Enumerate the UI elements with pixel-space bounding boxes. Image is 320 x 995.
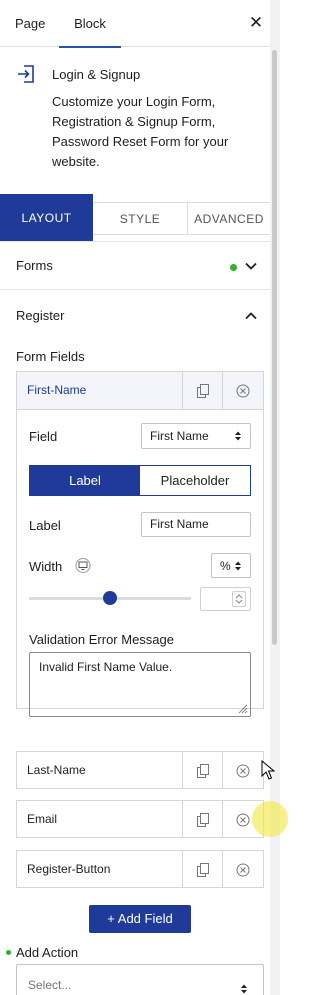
field-register-button-header[interactable]: Register-Button	[17, 851, 263, 888]
duplicate-button[interactable]	[182, 372, 222, 409]
copy-icon	[196, 862, 209, 877]
tab-block[interactable]: Block	[59, 0, 121, 48]
tab-style[interactable]: STYLE	[93, 202, 187, 235]
panel-register[interactable]: Register	[0, 292, 270, 340]
click-highlight	[252, 801, 288, 837]
close-circle-icon	[236, 813, 250, 826]
width-label: Width	[29, 559, 63, 574]
field-email-header[interactable]: Email	[17, 801, 263, 838]
divider	[17, 409, 263, 410]
width-unit-select[interactable]: %	[211, 553, 251, 578]
tab-advanced[interactable]: ADVANCED	[187, 202, 270, 235]
tab-page[interactable]: Page	[15, 0, 45, 47]
field-last-name-header[interactable]: Last-Name	[17, 752, 263, 789]
add-action-label: Add Action	[16, 945, 79, 960]
duplicate-button[interactable]	[182, 752, 222, 789]
remove-button[interactable]	[222, 372, 263, 409]
copy-icon	[196, 383, 209, 398]
validation-message-text: Invalid First Name Value.	[39, 660, 173, 674]
field-first-name-header[interactable]: First-Name	[17, 372, 263, 409]
select-arrows-icon	[235, 561, 241, 571]
resize-handle-icon[interactable]	[236, 702, 248, 714]
width-slider-handle[interactable]	[103, 591, 117, 605]
duplicate-button[interactable]	[182, 801, 222, 838]
block-description: Customize your Login Form, Registration …	[52, 94, 229, 169]
label-field-label: Label	[29, 518, 61, 533]
field-register-button: Register-Button	[16, 850, 264, 888]
spinner-arrows-icon[interactable]	[232, 591, 246, 607]
chevron-down-icon	[245, 262, 257, 270]
close-circle-icon	[236, 863, 250, 876]
remove-button[interactable]	[222, 752, 263, 789]
top-tab-bar: Page Block ✕	[0, 0, 270, 48]
toggle-placeholder[interactable]: Placeholder	[140, 466, 250, 495]
tab-layout[interactable]: LAYOUT	[0, 194, 93, 241]
block-title: Login & Signup	[52, 67, 141, 82]
panel-forms[interactable]: Forms	[0, 242, 270, 290]
width-unit-value: %	[220, 559, 231, 573]
login-icon	[18, 65, 34, 83]
status-dot	[230, 264, 237, 271]
field-type-label: Field	[29, 429, 58, 444]
duplicate-button[interactable]	[182, 851, 222, 888]
chevron-up-icon	[245, 312, 257, 320]
copy-icon	[196, 812, 209, 827]
mouse-cursor-icon	[261, 760, 275, 780]
remove-button[interactable]	[222, 851, 263, 888]
close-icon[interactable]: ✕	[247, 13, 265, 33]
toggle-label[interactable]: Label	[30, 466, 140, 495]
validation-message-textarea[interactable]: Invalid First Name Value.	[29, 652, 251, 717]
select-arrows-icon	[235, 431, 241, 441]
select-arrows-icon	[241, 984, 247, 994]
field-last-name: Last-Name	[16, 751, 264, 789]
label-input[interactable]: First Name	[141, 512, 251, 537]
add-field-button[interactable]: + Add Field	[89, 905, 191, 933]
width-number-input[interactable]	[200, 587, 251, 611]
close-circle-icon	[236, 764, 250, 777]
validation-label: Validation Error Message	[29, 632, 174, 647]
mode-tabs: LAYOUT STYLE ADVANCED	[0, 194, 270, 241]
scrollbar-thumb[interactable]	[272, 50, 277, 645]
desktop-icon[interactable]	[75, 558, 91, 573]
scrollbar[interactable]	[270, 0, 280, 995]
close-circle-icon	[236, 384, 250, 397]
add-action-select[interactable]: Select...	[16, 964, 264, 995]
field-name: Last-Name	[27, 763, 86, 777]
field-name: Email	[27, 812, 58, 826]
field-type-value: First Name	[150, 429, 209, 443]
add-action-placeholder: Select...	[28, 978, 72, 992]
copy-icon	[196, 763, 209, 778]
field-type-select[interactable]: First Name	[141, 423, 251, 449]
form-fields-label: Form Fields	[16, 349, 85, 364]
status-dot	[6, 950, 11, 955]
field-email: Email	[16, 800, 264, 838]
label-placeholder-toggle: Label Placeholder	[29, 465, 251, 496]
field-name: First-Name	[27, 383, 87, 397]
field-name: Register-Button	[27, 862, 111, 876]
panel-forms-label: Forms	[16, 258, 53, 273]
panel-register-label: Register	[16, 308, 65, 323]
